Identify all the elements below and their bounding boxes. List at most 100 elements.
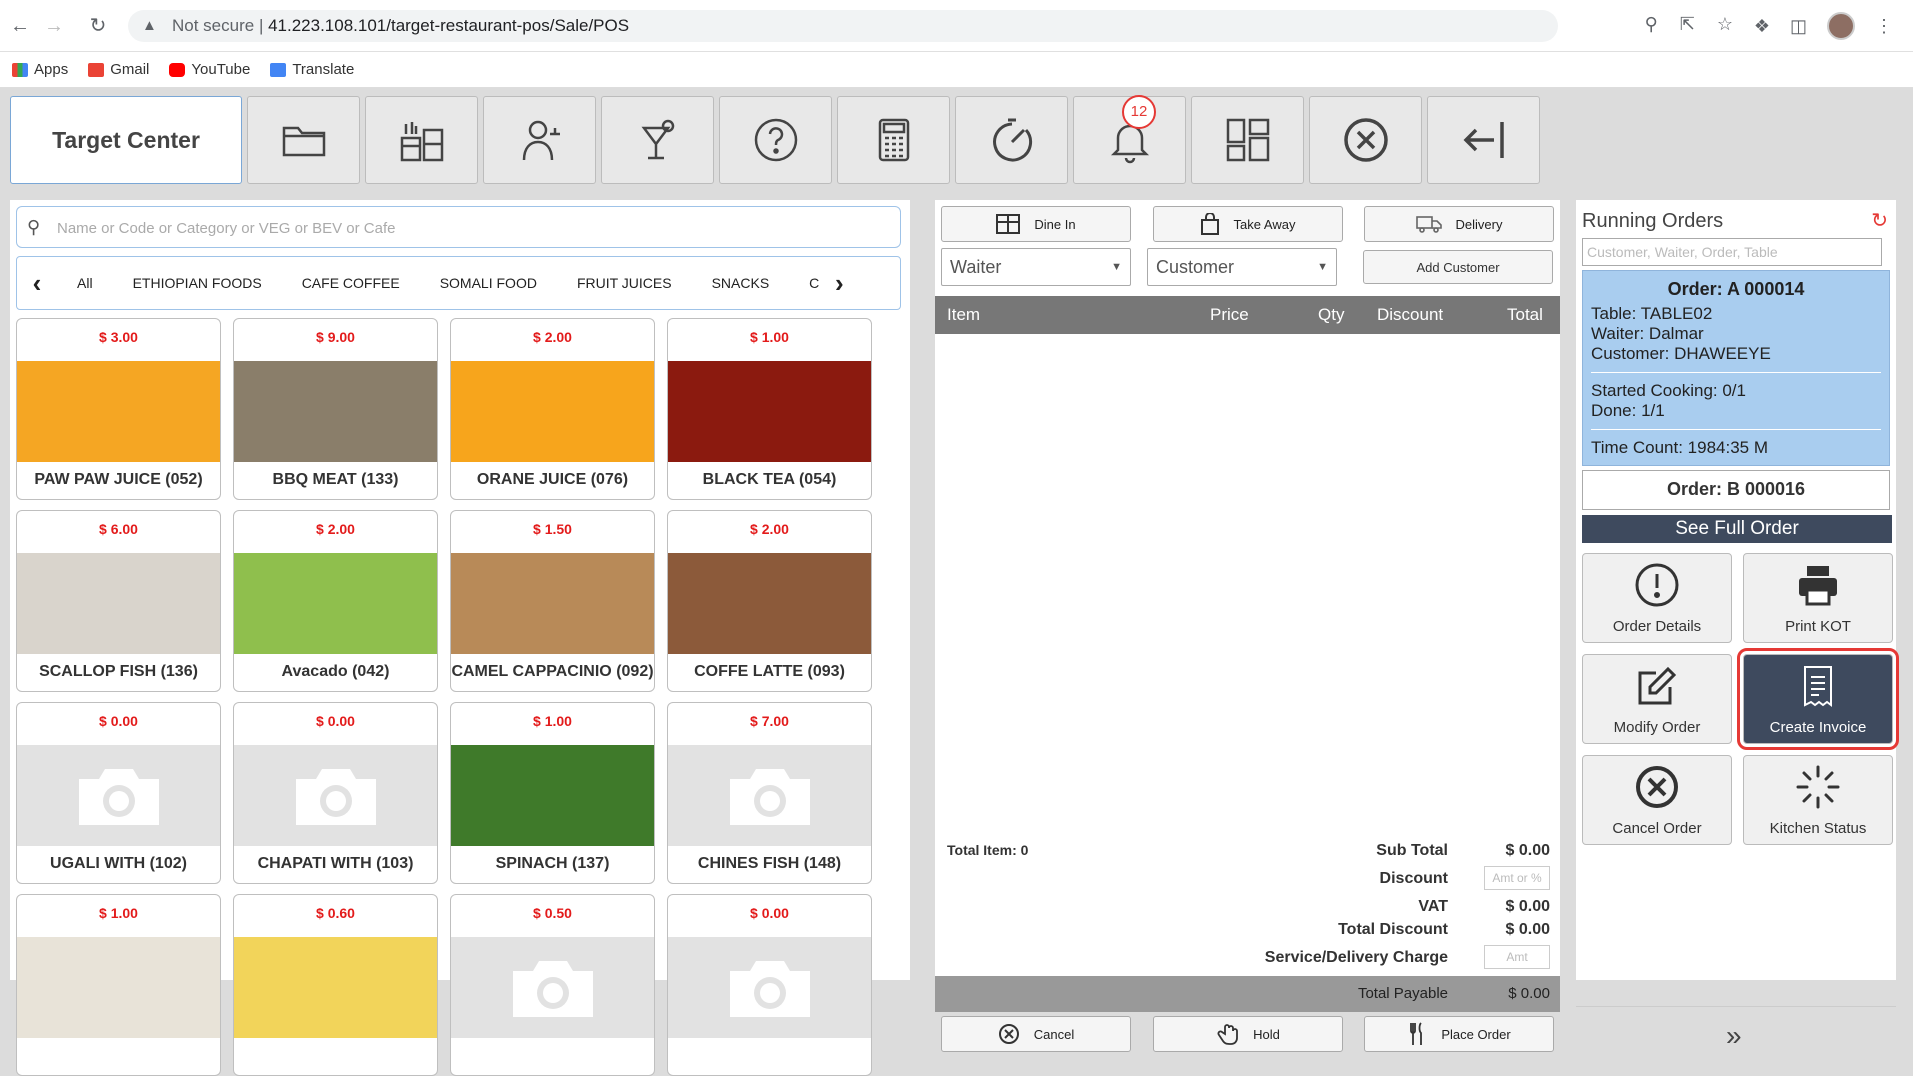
refresh-icon[interactable]: ↻ — [1871, 208, 1888, 233]
discount-input[interactable]: Amt or % — [1484, 866, 1550, 890]
category-fruit-juices[interactable]: FRUIT JUICES — [557, 275, 692, 291]
cancel-button[interactable]: Cancel — [941, 1016, 1131, 1052]
category-somali[interactable]: SOMALI FOOD — [420, 275, 557, 291]
delivery-button[interactable]: Delivery — [1364, 206, 1554, 242]
order-actions: Cancel Hold Place Order — [941, 1016, 1554, 1052]
menu-item-card[interactable]: $ 6.00 SCALLOP FISH (136) — [16, 510, 221, 692]
category-ethiopian[interactable]: ETHIOPIAN FOODS — [113, 275, 282, 291]
menu-item-card[interactable]: $ 0.00 CHAPATI WITH (103) — [233, 702, 438, 884]
folder-button[interactable] — [247, 96, 360, 184]
divider — [1576, 1006, 1896, 1007]
hold-button[interactable]: Hold — [1152, 1016, 1343, 1052]
waiter-button[interactable] — [483, 96, 596, 184]
menu-item-card[interactable]: $ 3.00 PAW PAW JUICE (052) — [16, 318, 221, 500]
share-icon[interactable]: ⇱ — [1680, 14, 1695, 35]
item-name: SCALLOP FISH (136) — [39, 663, 198, 680]
take-away-button[interactable]: Take Away — [1152, 206, 1343, 242]
category-next-icon[interactable]: › — [819, 268, 859, 299]
forward-icon[interactable]: → — [42, 14, 66, 38]
create-invoice-button[interactable]: Create Invoice — [1737, 648, 1899, 750]
category-more[interactable]: C — [789, 275, 819, 291]
order-details-button[interactable]: Order Details — [1582, 553, 1732, 643]
running-order-card[interactable]: Order: A 000014 Table: TABLE02 Waiter: D… — [1582, 270, 1890, 466]
calculator-button[interactable] — [837, 96, 950, 184]
category-all[interactable]: All — [57, 275, 113, 291]
print-kot-button[interactable]: Print KOT — [1743, 553, 1893, 643]
close-button[interactable] — [1309, 96, 1422, 184]
dashboard-button[interactable] — [1191, 96, 1304, 184]
bookmark-translate[interactable]: Translate — [270, 61, 354, 78]
dine-in-button[interactable]: Dine In — [941, 206, 1131, 242]
timer-button[interactable] — [955, 96, 1068, 184]
col-price: Price — [1210, 305, 1249, 324]
item-price: $ 7.00 — [750, 713, 789, 729]
kitchen-button[interactable] — [365, 96, 478, 184]
running-orders-search[interactable]: Customer, Waiter, Order, Table — [1582, 238, 1882, 266]
menu-icon[interactable]: ⋮ — [1875, 16, 1893, 37]
info-icon — [1635, 563, 1679, 606]
menu-item-card[interactable]: $ 1.00 — [16, 894, 221, 1076]
notifications-button[interactable]: 12 — [1073, 95, 1186, 184]
menu-item-card[interactable]: $ 9.00 BBQ MEAT (133) — [233, 318, 438, 500]
security-label: Not secure — [172, 16, 255, 35]
item-price: $ 0.00 — [750, 905, 789, 921]
category-snacks[interactable]: SNACKS — [692, 275, 790, 291]
modify-order-button[interactable]: Modify Order — [1582, 654, 1732, 744]
sub-total-value: $ 0.00 — [1505, 842, 1550, 859]
running-order-card[interactable]: Order: B 000016 — [1582, 470, 1890, 510]
bar-button[interactable] — [601, 96, 714, 184]
menu-item-card[interactable]: $ 1.00 BLACK TEA (054) — [667, 318, 872, 500]
logout-button[interactable] — [1427, 96, 1540, 184]
warning-icon: ▲ — [142, 17, 157, 34]
address-bar[interactable]: ▲ Not secure | 41.223.108.101/target-res… — [128, 10, 1558, 42]
menu-item-card[interactable]: $ 0.00 — [667, 894, 872, 1076]
avatar[interactable] — [1827, 12, 1855, 40]
see-full-order-button[interactable]: See Full Order — [1582, 515, 1892, 543]
place-order-button[interactable]: Place Order — [1364, 1016, 1554, 1052]
item-search: ⚲ — [16, 206, 901, 248]
order-waiter: Waiter: Dalmar — [1591, 324, 1704, 343]
bookmark-gmail[interactable]: Gmail — [88, 61, 149, 78]
menu-item-card[interactable]: $ 0.50 — [450, 894, 655, 1076]
waiter-select[interactable]: Waiter ▼ — [941, 248, 1131, 286]
cancel-order-label: Cancel Order — [1612, 819, 1702, 837]
add-customer-button[interactable]: Add Customer — [1363, 250, 1553, 284]
bookmark-apps[interactable]: Apps — [12, 61, 68, 78]
item-price: $ 3.00 — [99, 329, 138, 345]
zoom-icon[interactable]: ⚲ — [1645, 14, 1658, 35]
service-charge-input[interactable]: Amt — [1484, 945, 1550, 969]
brand-title[interactable]: Target Center — [10, 96, 242, 184]
help-button[interactable] — [719, 96, 832, 184]
menu-item-card[interactable]: $ 1.50 CAMEL CAPPACINIO (092) — [450, 510, 655, 692]
reload-icon[interactable]: ↻ — [86, 14, 110, 38]
menu-item-card[interactable]: $ 1.00 SPINACH (137) — [450, 702, 655, 884]
item-name: CHINES FISH (148) — [697, 855, 842, 872]
category-prev-icon[interactable]: ‹ — [17, 268, 57, 299]
customer-select[interactable]: Customer ▼ — [1147, 248, 1337, 286]
menu-item-card[interactable]: $ 2.00 Avacado (042) — [233, 510, 438, 692]
cancel-order-button[interactable]: Cancel Order — [1582, 755, 1732, 845]
bookmark-youtube[interactable]: YouTube — [169, 61, 250, 78]
extension-area: ❖ ◫ ⋮ — [1754, 12, 1893, 40]
menu-item-card[interactable]: $ 7.00 CHINES FISH (148) — [667, 702, 872, 884]
puzzle-icon[interactable]: ❖ — [1754, 16, 1770, 37]
close-circle-icon — [1343, 118, 1388, 162]
menu-item-card[interactable]: $ 0.00 UGALI WITH (102) — [16, 702, 221, 884]
item-search-input[interactable] — [57, 215, 877, 241]
total-payable-bar: Total Payable $ 0.00 — [935, 976, 1560, 1012]
star-icon[interactable]: ☆ — [1717, 14, 1733, 35]
kitchen-status-button[interactable]: Kitchen Status — [1743, 755, 1893, 845]
sidepanel-icon[interactable]: ◫ — [1790, 16, 1807, 37]
bookmarks-bar: Apps Gmail YouTube Translate — [0, 52, 1913, 88]
menu-item-card[interactable]: $ 2.00 ORANE JUICE (076) — [450, 318, 655, 500]
edit-icon — [1638, 666, 1677, 704]
place-order-label: Place Order — [1441, 1026, 1511, 1042]
notification-badge: 12 — [1122, 95, 1156, 129]
hand-icon — [1217, 1024, 1239, 1045]
menu-item-card[interactable]: $ 2.00 COFFE LATTE (093) — [667, 510, 872, 692]
back-icon[interactable]: ← — [8, 14, 32, 38]
item-price: $ 2.00 — [750, 521, 789, 537]
category-cafe-coffee[interactable]: CAFE COFFEE — [282, 275, 420, 291]
expand-icon[interactable]: » — [1726, 1020, 1742, 1052]
menu-item-card[interactable]: $ 0.60 — [233, 894, 438, 1076]
